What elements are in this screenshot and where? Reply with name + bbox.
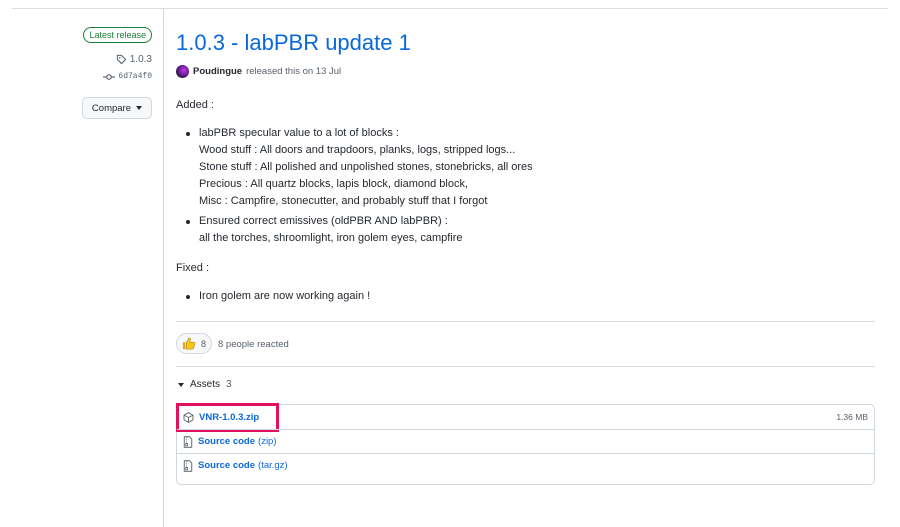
list-line: Iron golem are now working again ! [199, 290, 371, 302]
list-line: Stone stuff : All polished and unpolishe… [199, 161, 533, 173]
asset-row[interactable]: Source code (zip) [177, 429, 874, 453]
released-text: released this on 13 Jul [246, 66, 342, 77]
list-item: Ensured correct emissives (oldPBR AND la… [186, 213, 533, 247]
file-zip-icon [183, 435, 193, 448]
assets-count: 3 [226, 379, 232, 390]
tag-icon [116, 54, 127, 65]
list-item: labPBR specular value to a lot of blocks… [186, 125, 533, 210]
file-zip-icon [183, 459, 193, 472]
tag-link[interactable]: 1.0.3 [116, 54, 152, 65]
list-line: Misc : Campfire, stonecutter, and probab… [199, 195, 488, 207]
compare-label: Compare [91, 102, 131, 114]
compare-button[interactable]: Compare [81, 97, 152, 119]
commit-link[interactable]: 6d7a4f0 [103, 72, 152, 81]
reaction-summary: 8 people reacted [218, 339, 289, 350]
thumbs-up-icon [182, 337, 196, 350]
release-title[interactable]: 1.0.3 - labPBR update 1 [176, 30, 411, 56]
asset-size: 1.36 MB [836, 412, 868, 422]
list-line: all the torches, shroomlight, iron golem… [199, 232, 463, 244]
asset-row[interactable]: VNR-1.0.3.zip 1.36 MB [176, 403, 874, 432]
release-sidebar: Latest release 1.0.3 6d7a4f0 Compare [0, 8, 164, 527]
assets-list: VNR-1.0.3.zip 1.36 MB Source code (zip) … [176, 403, 875, 485]
asset-name-link[interactable]: Source code [198, 436, 255, 447]
assets-label: Assets [190, 379, 221, 390]
fixed-heading: Fixed : [176, 262, 210, 274]
list-line: Wood stuff : All doors and trapdoors, pl… [199, 144, 516, 156]
asset-name-link[interactable]: Source code [198, 460, 255, 471]
release-author-row: Poudingue released this on 13 Jul [176, 65, 341, 78]
asset-row[interactable]: Source code (tar.gz) [177, 453, 874, 477]
commit-sha: 6d7a4f0 [118, 72, 152, 81]
list-line: Precious : All quartz blocks, lapis bloc… [199, 178, 469, 190]
chevron-down-icon [136, 106, 142, 110]
thumbs-up-reaction-button[interactable]: 8 [176, 333, 213, 354]
tag-label: 1.0.3 [129, 54, 152, 65]
avatar[interactable] [176, 65, 189, 78]
added-list: labPBR specular value to a lot of blocks… [186, 125, 533, 250]
asset-ext[interactable]: (zip) [258, 436, 276, 447]
added-heading: Added : [176, 99, 214, 111]
latest-release-badge[interactable]: Latest release [83, 27, 152, 43]
highlight-box [176, 403, 279, 432]
list-line: labPBR specular value to a lot of blocks… [199, 127, 399, 139]
assets-toggle[interactable]: Assets 3 [178, 379, 232, 390]
reaction-count: 8 [201, 338, 207, 349]
list-line: Ensured correct emissives (oldPBR AND la… [199, 215, 448, 227]
section-divider [176, 321, 875, 322]
list-item: Iron golem are now working again ! [186, 288, 370, 305]
triangle-down-icon [178, 382, 184, 387]
author-link[interactable]: Poudingue [193, 66, 242, 77]
commit-icon [103, 73, 116, 80]
fixed-list: Iron golem are now working again ! [186, 288, 370, 308]
asset-ext[interactable]: (tar.gz) [258, 460, 288, 471]
section-divider [176, 366, 875, 367]
vertical-divider [163, 8, 164, 527]
